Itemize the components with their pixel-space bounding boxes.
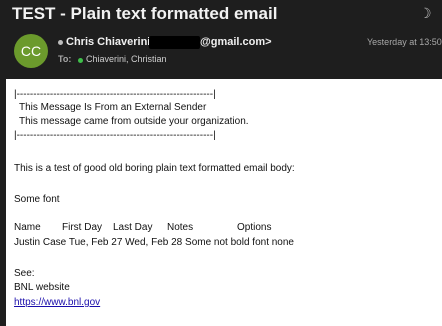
recipient-status-dot — [78, 58, 83, 63]
table-row: Justin Case Tue, Feb 27 Wed, Feb 28 Some… — [14, 237, 294, 248]
sender-status-dot — [58, 40, 63, 45]
email-body: |---------------------------------------… — [6, 79, 442, 326]
moon-icon[interactable]: ☽ — [419, 6, 433, 20]
to-label: To: — [58, 54, 72, 64]
some-font-text: Some font — [14, 194, 60, 205]
avatar: CC — [14, 34, 48, 68]
banner-line-1: This Message Is From an External Sender — [19, 102, 207, 113]
see-label: See: — [14, 268, 35, 279]
table-header-name: Name — [14, 222, 41, 233]
sender-domain[interactable]: @gmail.com> — [200, 36, 272, 48]
recipient-name[interactable]: Chiaverini, Christian — [86, 54, 167, 64]
timestamp: Yesterday at 13:50 — [367, 37, 442, 47]
email-header: TEST - Plain text formatted email ☽ CC C… — [0, 0, 442, 79]
banner-line-2: This message came from outside your orga… — [19, 116, 249, 127]
bnl-website-link[interactable]: https://www.bnl.gov — [14, 297, 100, 308]
banner-bottom-border: |---------------------------------------… — [14, 130, 216, 141]
table-header-first-day: First Day — [62, 222, 102, 233]
email-subject: TEST - Plain text formatted email — [12, 4, 278, 23]
link-label: BNL website — [14, 282, 70, 293]
intro-text: This is a test of good old boring plain … — [14, 163, 295, 174]
table-header-notes: Notes — [167, 222, 194, 233]
banner-top-border: |---------------------------------------… — [14, 89, 216, 100]
table-header-options: Options — [237, 222, 272, 233]
redaction-bar — [149, 36, 200, 49]
sender-name[interactable]: Chris Chiaverini < — [66, 36, 160, 48]
table-header-last-day: Last Day — [113, 222, 153, 233]
